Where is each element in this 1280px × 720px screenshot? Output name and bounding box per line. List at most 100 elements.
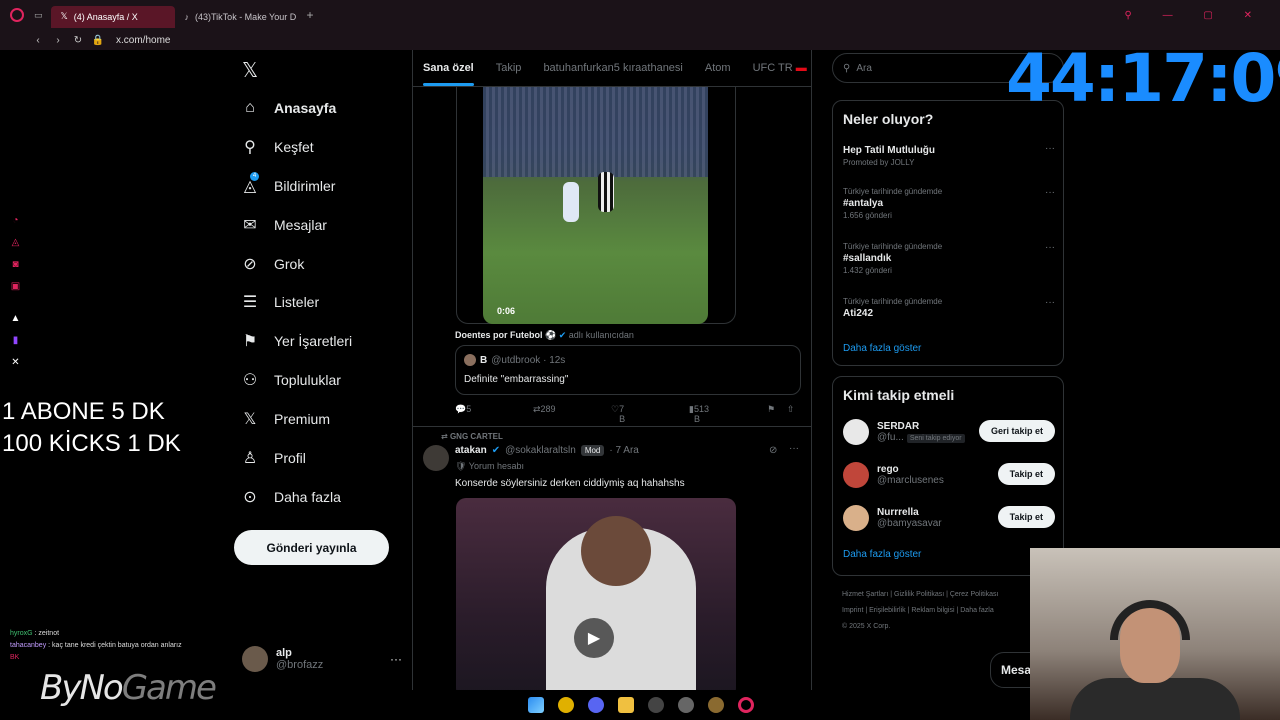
x-logo-icon[interactable]: 𝕏 <box>242 58 258 83</box>
obs-icon[interactable] <box>648 697 664 713</box>
trend-item[interactable]: Türkiye tarihinde gündemde Ati242 ··· <box>843 297 1055 321</box>
nav-profile[interactable]: ♙ Profil <box>240 440 306 476</box>
follow-suggestion[interactable]: rego @marclusenes Takip et <box>843 460 1055 490</box>
discord-icon[interactable] <box>588 697 604 713</box>
new-tab-icon[interactable]: + <box>307 8 314 22</box>
chrome-icon[interactable] <box>558 697 574 713</box>
account-switcher[interactable]: alp @brofazz ··· <box>242 642 402 676</box>
folder-icon[interactable] <box>618 697 634 713</box>
music-icon[interactable]: ▣ <box>9 280 22 293</box>
chat-message: BK <box>10 652 182 664</box>
verified-icon: ✔ <box>491 445 501 456</box>
verified-icon: ✔ <box>558 330 567 340</box>
more-icon[interactable]: ··· <box>1045 187 1055 198</box>
tab-list-batuhan[interactable]: batuhanfurkan5 kıraathanesi <box>543 62 682 74</box>
chat-text: : zeitnot <box>34 630 60 637</box>
more-icon[interactable]: ··· <box>1045 242 1055 253</box>
more-icon[interactable]: ··· <box>1045 143 1055 154</box>
opera-logo-icon[interactable] <box>10 8 24 22</box>
opera-taskbar-icon[interactable] <box>738 697 754 713</box>
nav-home[interactable]: ⌂ Anasayfa <box>240 90 336 126</box>
nav-label: Profil <box>274 450 306 466</box>
windows-start-icon[interactable] <box>528 697 544 713</box>
show-more-link[interactable]: Daha fazla göster <box>843 549 921 560</box>
show-more-link[interactable]: Daha fazla göster <box>843 343 921 354</box>
nav-lists[interactable]: ☰ Listeler <box>240 284 319 320</box>
back-icon[interactable]: ‹ <box>28 35 48 46</box>
avatar[interactable] <box>423 445 449 471</box>
trend-item[interactable]: Türkiye tarihinde gündemde #sallandık 1.… <box>843 242 1055 275</box>
trend-item[interactable]: Hep Tatil Mutluluğu Promoted by JOLLY ··… <box>843 143 1055 167</box>
timeline-tabs: Sana özel Takip batuhanfurkan5 kıraathan… <box>413 50 811 87</box>
nav-more[interactable]: ⊙ Daha fazla <box>240 479 341 515</box>
tab-anasayfa[interactable]: 𝕏 (4) Anasayfa / X <box>50 5 175 28</box>
x-sidebar-icon[interactable]: ✕ <box>9 356 22 369</box>
follow-suggestion[interactable]: SERDAR @fu... Seni takip ediyor Geri taki… <box>843 417 1055 447</box>
quote-source-name[interactable]: Doentes por Futebol ⚽ <box>455 330 556 340</box>
twitch-icon[interactable]: ▮ <box>9 334 22 347</box>
tab-following[interactable]: Takip <box>496 62 522 74</box>
tab-list-atom[interactable]: Atom <box>705 62 731 74</box>
nav-bookmarks[interactable]: ⚑ Yer İşaretleri <box>240 323 352 359</box>
app-icon[interactable] <box>678 697 694 713</box>
reload-icon[interactable]: ↻ <box>68 35 88 46</box>
trend-item[interactable]: Türkiye tarihinde gündemde #antalya 1.65… <box>843 187 1055 220</box>
follow-handle: @fu... <box>877 432 904 443</box>
repost-count: 289 <box>540 404 556 414</box>
forward-icon[interactable]: › <box>48 35 68 46</box>
tab-for-you[interactable]: Sana özel <box>423 62 474 86</box>
nav-messages[interactable]: ✉ Mesajlar <box>240 207 327 243</box>
history-icon[interactable]: ◔ <box>9 214 22 227</box>
windows-taskbar <box>520 692 760 718</box>
post-author[interactable]: atakan <box>455 445 487 456</box>
follow-back-button[interactable]: Geri takip et <box>978 420 1055 442</box>
post-handle[interactable]: @sokaklaraltsln <box>505 445 576 456</box>
logo-dim: Game <box>121 668 217 708</box>
follow-name: Nurrrella <box>877 507 919 518</box>
concert-video[interactable]: ▶ <box>456 498 736 690</box>
quote-source-note: adlı kullanıcıdan <box>568 330 634 340</box>
nav-grok[interactable]: ⊘ Grok <box>240 246 304 282</box>
messenger-icon[interactable]: ◙ <box>9 258 22 271</box>
stream-chat: hyroxG : zeitnot tahacanbey : kaç tane k… <box>10 628 182 664</box>
url-field[interactable]: x.com/home <box>116 35 170 46</box>
share-icon[interactable]: ⇧ <box>787 404 795 415</box>
more-icon[interactable]: ··· <box>390 652 402 666</box>
post-button[interactable]: Gönderi yayınla <box>234 530 389 565</box>
post-more-icon[interactable]: ··· <box>789 443 799 454</box>
nav-notifications[interactable]: ◬ 4 Bildirimler <box>240 168 335 204</box>
nav-communities[interactable]: ⚇ Topluluklar <box>240 362 341 398</box>
repost-button[interactable]: ⇄ 289 <box>533 404 556 415</box>
nav-explore[interactable]: ⚲ Keşfet <box>240 129 314 165</box>
tab-tiktok[interactable]: ♪ (43)TikTok - Make Your D <box>175 6 303 28</box>
nav-premium[interactable]: 𝕏 Premium <box>240 401 330 437</box>
trend-name: #sallandık <box>843 253 892 264</box>
views-button[interactable]: ▮ 513 B <box>689 404 709 424</box>
reply-button[interactable]: 💬 5 <box>455 404 471 415</box>
like-button[interactable]: ♡ 7 B <box>611 404 625 424</box>
kick-icon[interactable]: ▲ <box>9 312 22 325</box>
follow-button[interactable]: Takip et <box>997 506 1055 528</box>
app2-icon[interactable] <box>708 697 724 713</box>
more-icon[interactable]: ··· <box>1045 297 1055 308</box>
repost-icon: ⇄ <box>441 432 448 441</box>
aria-icon[interactable]: ◬ <box>9 236 22 249</box>
home-icon: ⌂ <box>245 99 255 116</box>
trend-name: Ati242 <box>843 308 874 319</box>
tabs-overview-icon[interactable]: ▭ <box>34 10 43 21</box>
window-controls[interactable]: ⚲ — ▢ ✕ <box>1125 10 1267 21</box>
follow-suggestion[interactable]: Nurrrella @bamyasavar Takip et <box>843 503 1055 533</box>
football-video[interactable]: 0:06 <box>483 87 708 324</box>
nav-label: Mesajlar <box>274 217 327 233</box>
tab-list-ufc[interactable]: UFC TR ▬ <box>753 62 807 74</box>
bookmark-icon[interactable]: ⚑ <box>767 404 775 415</box>
grok-post-icon[interactable]: ⊘ <box>769 445 777 456</box>
quote-source: Doentes por Futebol ⚽ ✔ adlı kullanıcıda… <box>455 330 634 341</box>
post-header: atakan ✔ @sokaklaraltsln Mod · 7 Ara <box>455 445 639 456</box>
quoted-post[interactable]: B @utdbrook · 12s Definite "embarrassing… <box>455 345 801 395</box>
follow-button[interactable]: Takip et <box>997 463 1055 485</box>
play-icon[interactable]: ▶ <box>574 618 614 658</box>
tab-label: (4) Anasayfa / X <box>73 11 138 22</box>
mod-badge: Mod <box>580 445 605 456</box>
repost-by[interactable]: GNG CARTEL <box>450 432 503 441</box>
